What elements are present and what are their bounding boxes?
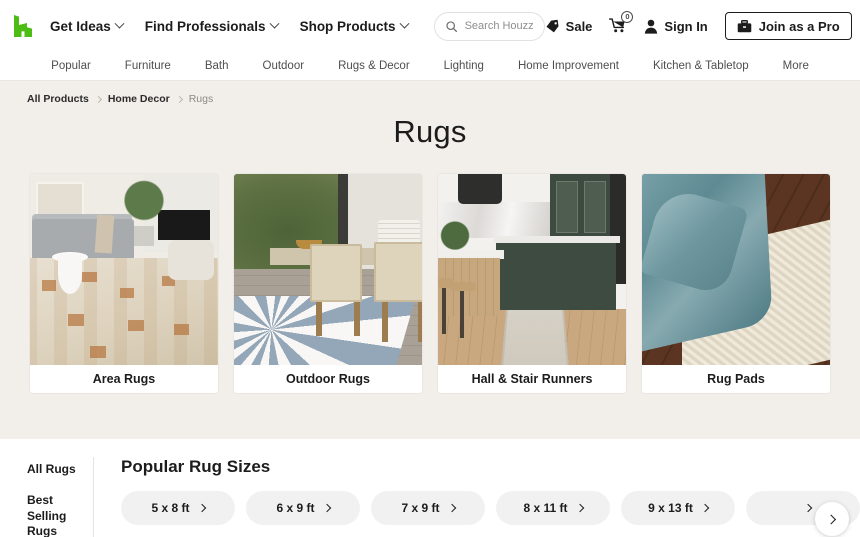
chevron-right-icon [803, 503, 812, 513]
size-pill-5x8-label: 5 x 8 ft [151, 501, 190, 515]
tag-icon [546, 19, 559, 32]
size-pill-row[interactable]: 5 x 8 ft 6 x 9 ft 7 x 9 ft 8 x 11 ft 9 x… [121, 491, 860, 525]
cart-button[interactable]: 0 [609, 11, 634, 34]
chevron-down-icon [114, 18, 125, 29]
breadcrumb-home-decor[interactable]: Home Decor [108, 93, 170, 105]
sale-label: Sale [565, 18, 593, 34]
lower-section: All Rugs Best Selling Rugs Trending in R… [0, 439, 860, 537]
subnav-item-popular[interactable]: Popular [34, 60, 108, 72]
site-header: Get Ideas Find Professionals Shop Produc… [0, 0, 860, 52]
size-pill-6x9-label: 6 x 9 ft [276, 501, 315, 515]
subnav-item-more[interactable]: More [766, 60, 826, 72]
briefcase-icon [737, 19, 752, 32]
size-pill-7x9[interactable]: 7 x 9 ft [371, 491, 485, 525]
size-pill-9x13[interactable]: 9 x 13 ft [621, 491, 735, 525]
chevron-right-icon [575, 503, 584, 513]
join-as-pro-button[interactable]: Join as a Pro [724, 12, 852, 40]
subnav-item-outdoor[interactable]: Outdoor [246, 60, 322, 72]
nav-get-ideas-label: Get Ideas [50, 18, 111, 34]
category-subnav: Popular Furniture Bath Outdoor Rugs & De… [0, 52, 860, 81]
sidebar-item-best-selling-rugs[interactable]: Best Selling Rugs [27, 493, 93, 537]
category-card-outdoor-rugs[interactable]: Outdoor Rugs [234, 174, 422, 393]
size-pill-5x8[interactable]: 5 x 8 ft [121, 491, 235, 525]
chevron-right-icon [175, 95, 183, 103]
search-icon [445, 20, 457, 32]
nav-shop-products[interactable]: Shop Products [299, 18, 410, 34]
subnav-item-home-improvement[interactable]: Home Improvement [501, 60, 636, 72]
search-placeholder: Search Houzz [464, 20, 534, 32]
chevron-right-icon [94, 95, 102, 103]
cart-count-badge: 0 [621, 11, 634, 23]
nav-get-ideas[interactable]: Get Ideas [50, 18, 125, 34]
chevron-right-icon [825, 514, 836, 524]
category-card-rug-pads-label: Rug Pads [642, 365, 830, 393]
popular-rug-sizes-section: Popular Rug Sizes 5 x 8 ft 6 x 9 ft 7 x … [94, 457, 860, 537]
breadcrumb: All Products Home Decor Rugs [0, 93, 860, 105]
sidebar-item-all-rugs[interactable]: All Rugs [27, 462, 93, 478]
primary-nav: Get Ideas Find Professionals Shop Produc… [50, 18, 410, 34]
nav-find-professionals-label: Find Professionals [144, 18, 266, 34]
chevron-right-icon [197, 503, 206, 513]
category-card-row: Area Rugs Outdoor Rugs Hall & Stair Runn… [0, 174, 860, 393]
chevron-right-icon [322, 503, 331, 513]
hero-section: All Products Home Decor Rugs Rugs Area R… [0, 81, 860, 439]
carousel-next-button[interactable] [815, 502, 849, 536]
join-as-pro-label: Join as a Pro [758, 18, 840, 34]
nav-shop-products-label: Shop Products [299, 18, 396, 34]
size-pill-8x11[interactable]: 8 x 11 ft [496, 491, 610, 525]
page-title: Rugs [393, 114, 467, 149]
patio-dining-with-blue-outdoor-rug-image [234, 174, 422, 365]
subnav-item-lighting[interactable]: Lighting [427, 60, 501, 72]
nav-find-professionals[interactable]: Find Professionals [144, 18, 280, 34]
subnav-item-furniture[interactable]: Furniture [108, 60, 188, 72]
size-pill-7x9-label: 7 x 9 ft [401, 501, 440, 515]
chevron-down-icon [269, 18, 280, 29]
subnav-item-kitchen-tabletop[interactable]: Kitchen & Tabletop [636, 60, 766, 72]
header-actions: Sale 0 Sign In Join as a Pro [545, 11, 852, 40]
person-icon [645, 19, 658, 34]
size-pill-9x13-label: 9 x 13 ft [648, 501, 693, 515]
search-input[interactable]: Search Houzz [433, 11, 545, 41]
breadcrumb-all-products[interactable]: All Products [27, 93, 89, 105]
breadcrumb-rugs: Rugs [188, 93, 214, 105]
chevron-right-icon [700, 503, 710, 513]
sale-link[interactable]: Sale [545, 18, 593, 34]
green-kitchen-with-runner-rug-image [438, 174, 626, 365]
subnav-item-rugs-decor[interactable]: Rugs & Decor [321, 60, 427, 72]
living-room-with-beige-area-rug-image [30, 174, 218, 365]
section-title: Popular Rug Sizes [121, 457, 271, 476]
category-card-area-rugs-label: Area Rugs [30, 365, 218, 393]
sign-in-link[interactable]: Sign In [644, 18, 708, 34]
size-pill-6x9[interactable]: 6 x 9 ft [246, 491, 360, 525]
category-card-outdoor-rugs-label: Outdoor Rugs [234, 365, 422, 393]
size-pill-8x11-label: 8 x 11 ft [523, 501, 568, 515]
category-card-hall-stair-runners[interactable]: Hall & Stair Runners [438, 174, 626, 393]
sign-in-label: Sign In [664, 18, 708, 34]
sidebar: All Rugs Best Selling Rugs Trending in R… [0, 457, 94, 537]
category-card-rug-pads[interactable]: Rug Pads [642, 174, 830, 393]
category-card-area-rugs[interactable]: Area Rugs [30, 174, 218, 393]
chevron-down-icon [399, 18, 410, 29]
houzz-logo-icon[interactable] [10, 11, 36, 41]
category-card-hall-stair-runners-label: Hall & Stair Runners [438, 365, 626, 393]
teal-rug-folded-over-cream-rug-pad-image [642, 174, 830, 365]
chevron-right-icon [447, 503, 456, 513]
subnav-item-bath[interactable]: Bath [188, 60, 246, 72]
